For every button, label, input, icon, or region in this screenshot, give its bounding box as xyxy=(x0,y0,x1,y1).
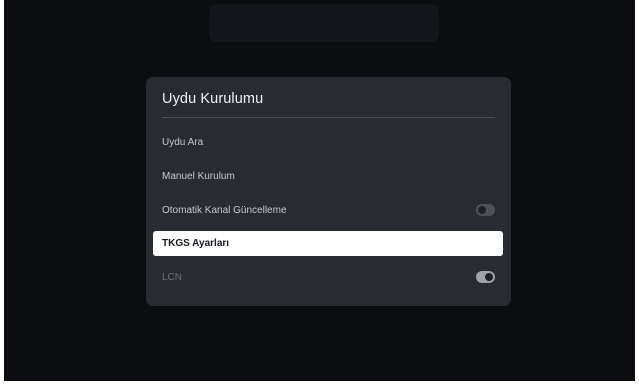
menu-item-label: LCN xyxy=(162,271,183,283)
auto-update-toggle[interactable] xyxy=(476,204,495,216)
toggle-knob xyxy=(478,206,486,214)
menu-item-satellite-search[interactable]: Uydu Ara xyxy=(162,130,495,154)
menu-item-manual-setup[interactable]: Manuel Kurulum xyxy=(162,164,495,188)
title-divider xyxy=(162,117,495,118)
menu-item-tkgs-settings[interactable]: TKGS Ayarları xyxy=(153,231,503,256)
background-blur-panel xyxy=(209,4,439,42)
menu-item-auto-channel-update[interactable]: Otomatik Kanal Güncelleme xyxy=(162,198,495,222)
menu-item-lcn[interactable]: LCN xyxy=(162,265,495,289)
menu-item-label: Uydu Ara xyxy=(162,136,204,148)
lcn-toggle[interactable] xyxy=(476,271,495,283)
tv-screen: Uydu Kurulumu Uydu Ara Manuel Kurulum Ot… xyxy=(4,0,635,381)
dialog-title: Uydu Kurulumu xyxy=(162,91,264,107)
menu-item-label: TKGS Ayarları xyxy=(162,238,230,249)
satellite-setup-dialog: Uydu Kurulumu Uydu Ara Manuel Kurulum Ot… xyxy=(146,77,511,306)
menu-item-label: Otomatik Kanal Güncelleme xyxy=(162,204,287,216)
toggle-knob xyxy=(485,273,493,281)
menu-item-label: Manuel Kurulum xyxy=(162,170,235,182)
